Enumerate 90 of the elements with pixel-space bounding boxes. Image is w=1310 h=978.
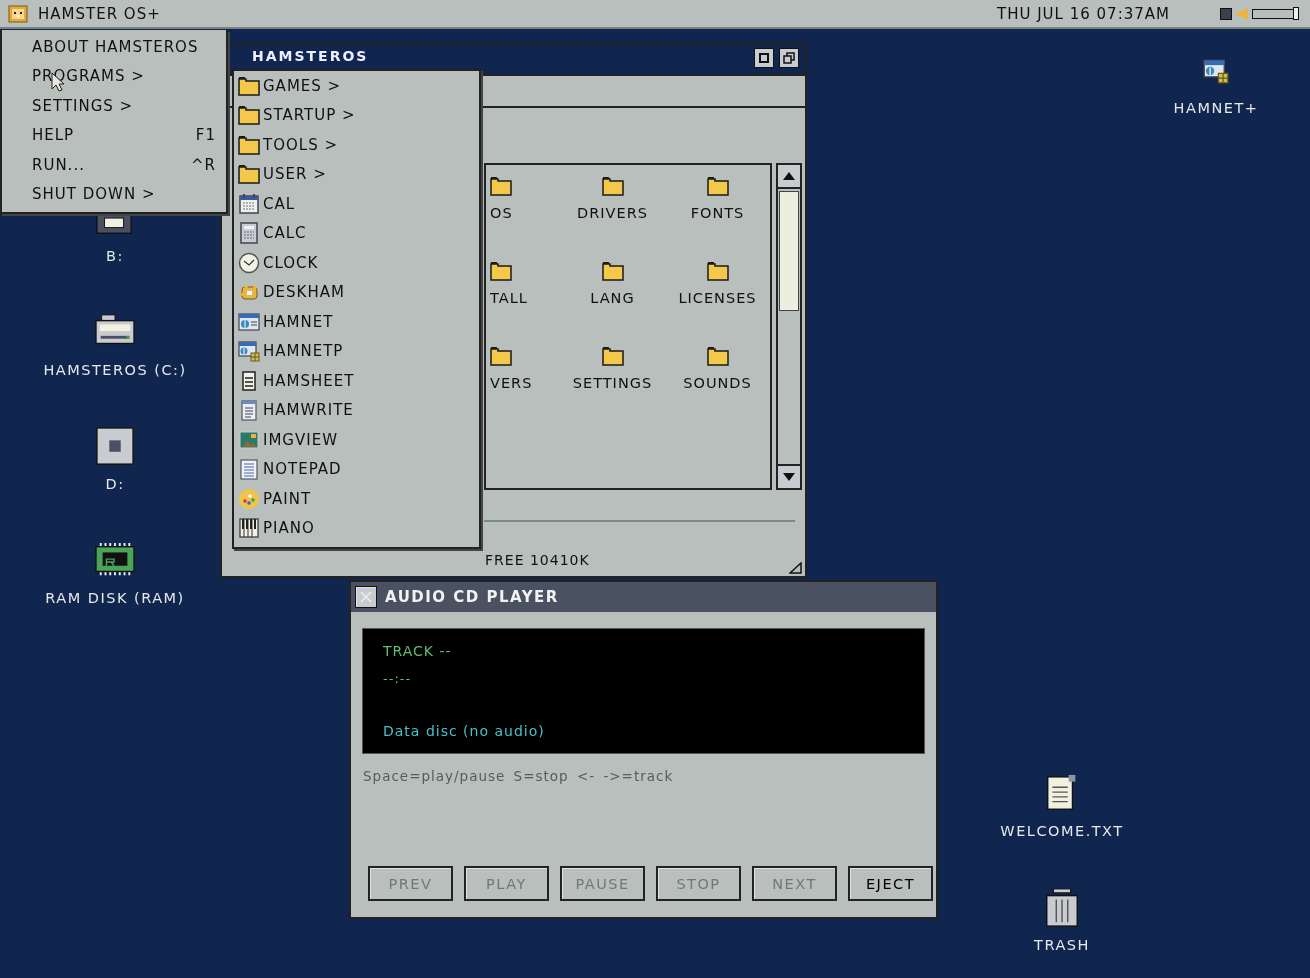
menu-item[interactable]: HAMNET xyxy=(263,312,334,331)
clock-icon xyxy=(238,251,260,274)
square-icon xyxy=(759,53,769,63)
free-space-text: FREE 10410K xyxy=(485,552,590,568)
desktop-icon-label[interactable]: RAM DISK (RAM) xyxy=(45,590,185,606)
scrollbar[interactable] xyxy=(776,163,802,490)
menu-item[interactable]: PIANO xyxy=(263,519,315,538)
menu-item[interactable]: USER > xyxy=(263,165,327,184)
folder-icon xyxy=(238,163,260,186)
menu-item[interactable]: SETTINGS > xyxy=(2,91,226,121)
folder-icon xyxy=(490,175,512,197)
status-message: Data disc (no audio) xyxy=(383,723,546,739)
maximize-button[interactable] xyxy=(779,48,799,68)
time-text: --:-- xyxy=(383,671,413,686)
drive-icon[interactable] xyxy=(95,427,135,467)
keyboard-hint-text: Space=play/pause S=stop <- ->=track xyxy=(363,768,675,784)
scroll-down-icon[interactable] xyxy=(783,473,795,481)
player-button[interactable]: EJECT xyxy=(848,866,933,901)
volume-slider[interactable] xyxy=(1252,8,1298,19)
resize-grip-icon[interactable] xyxy=(789,562,803,574)
folder-label[interactable]: OS xyxy=(490,205,513,221)
menu-item[interactable]: NOTEPAD xyxy=(263,460,342,479)
folder-label[interactable]: LANG xyxy=(590,290,635,306)
desktop-icon-label[interactable]: TRASH xyxy=(1034,937,1090,953)
hamster-logo-icon[interactable] xyxy=(8,4,28,23)
notepad-icon xyxy=(238,458,260,481)
minimize-button[interactable] xyxy=(754,48,774,68)
track-text: TRACK -- xyxy=(383,643,453,659)
scroll-up-icon[interactable] xyxy=(783,172,795,180)
square-tray-icon[interactable] xyxy=(1220,7,1232,20)
folder-label[interactable]: SETTINGS xyxy=(572,375,653,391)
slider-thumb[interactable] xyxy=(1292,6,1299,20)
menu-item[interactable]: PAINT xyxy=(263,489,312,508)
menu-item[interactable]: CLOCK xyxy=(263,253,319,272)
shortcut-text: ^R xyxy=(191,155,216,174)
menu-item[interactable]: IMGVIEW xyxy=(263,430,338,449)
folder-icon xyxy=(706,345,729,367)
menu-item[interactable]: CAL xyxy=(263,194,296,213)
os-menu-title[interactable]: HAMSTER OS+ xyxy=(38,4,161,23)
browser-window-icon xyxy=(238,310,260,333)
folder-label[interactable]: TALL xyxy=(490,290,528,306)
folder-icon xyxy=(238,104,260,127)
folder-icon xyxy=(238,74,260,97)
menu-item[interactable]: HAMNETP xyxy=(263,342,344,361)
desktop-icon-label[interactable]: D: xyxy=(105,476,125,492)
menu-item[interactable]: STARTUP > xyxy=(263,106,356,125)
folder-icon xyxy=(601,260,624,282)
folder-icon xyxy=(238,133,260,156)
menu-item[interactable]: RUN... xyxy=(32,155,191,174)
menu-item[interactable]: GAMES > xyxy=(263,76,342,95)
folder-label[interactable]: LICENSES xyxy=(678,290,757,306)
close-icon xyxy=(360,591,372,603)
folder-label[interactable]: DRIVERS xyxy=(577,205,648,221)
folder-icon xyxy=(601,175,624,197)
desktop-icon-label[interactable]: HAMNET+ xyxy=(1173,100,1259,116)
desktop-icon-label[interactable]: WELCOME.TXT xyxy=(1000,823,1124,839)
menu-item[interactable]: TOOLS > xyxy=(263,135,338,154)
close-button[interactable] xyxy=(355,586,377,608)
folder-icon xyxy=(706,260,729,282)
menu-item[interactable]: CALC xyxy=(263,224,307,243)
folder-icon xyxy=(490,345,512,367)
folder-label[interactable]: FONTS xyxy=(690,205,745,221)
browser-window-icon[interactable] xyxy=(1203,58,1229,84)
menu-item[interactable]: ABOUT HAMSTEROS xyxy=(2,32,226,62)
folder-icon xyxy=(601,345,624,367)
overlapping-squares-icon xyxy=(783,52,795,64)
menu-item[interactable]: HAMWRITE xyxy=(263,401,354,420)
piano-icon xyxy=(238,517,260,540)
menu-item[interactable]: PROGRAMS > xyxy=(2,61,226,91)
browser-window-icon xyxy=(238,340,260,363)
clock-text: THU JUL 16 07:37AM xyxy=(997,4,1170,23)
menu-item[interactable]: DESKHAM xyxy=(263,283,345,302)
menu-item[interactable]: HELP xyxy=(32,126,196,145)
window-title: AUDIO CD PLAYER xyxy=(385,588,559,606)
desktop-icon-label[interactable]: B: xyxy=(106,248,124,264)
window-title: HAMSTEROS xyxy=(252,48,370,65)
folder-label[interactable]: SOUNDS xyxy=(683,375,752,391)
document-icon xyxy=(238,399,260,422)
folder-label[interactable]: VERS xyxy=(490,375,533,391)
folder-icon xyxy=(706,175,729,197)
palette-icon xyxy=(238,487,260,510)
desktop-icon-label[interactable]: HAMSTEROS (C:) xyxy=(43,362,187,378)
folder-icon xyxy=(490,260,512,282)
shortcut-text: F1 xyxy=(195,126,216,145)
calendar-icon xyxy=(238,192,260,215)
scroll-thumb[interactable] xyxy=(779,191,799,311)
menu-item[interactable]: SHUT DOWN > xyxy=(2,179,226,209)
menu-item[interactable]: HAMSHEET xyxy=(263,371,355,390)
image-icon xyxy=(238,428,260,451)
calculator-icon xyxy=(238,222,260,245)
